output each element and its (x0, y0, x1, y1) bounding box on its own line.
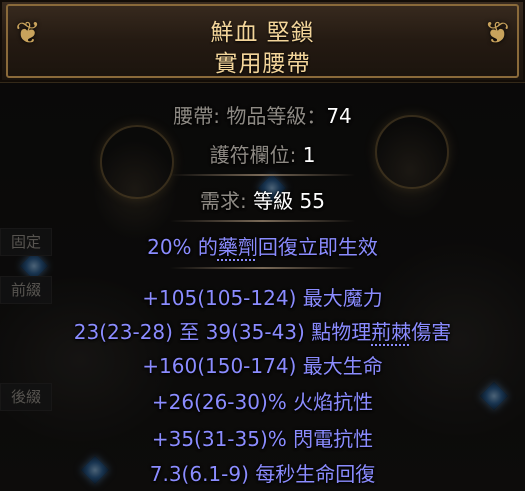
tooltip-header: ❦ ❦ 鮮血 堅鎖 實用腰帶 (0, 0, 525, 83)
explicit-mod: 7.3(6.1-9) 每秒生命回復 (149, 462, 376, 486)
thorns-prefix: 23(23-28) 至 39(35-43) 點物理 (73, 320, 372, 344)
explicit-mod: 23(23-28) 至 39(35-43) 點物理荊棘傷害 (0, 316, 525, 345)
charm-slots-line: 護符欄位: 1 (0, 139, 525, 168)
requires-label: 需求: (200, 189, 254, 213)
thorns-keyword[interactable]: 荊棘 (371, 320, 411, 344)
charm-slots-value: 1 (302, 143, 316, 167)
separator (170, 267, 355, 269)
charm-slots-label: 護符欄位: (209, 143, 303, 167)
requirements-line: 需求: 等級 55 (0, 185, 525, 214)
explicit-mod: +160(150-174) 最大生命 (142, 354, 383, 378)
requires-level-value: 55 (299, 189, 325, 213)
implicit-prefix: 20% 的 (147, 235, 218, 259)
flask-keyword[interactable]: 藥劑 (218, 235, 258, 259)
item-level-line: 腰帶: 物品等級：74 (0, 100, 525, 129)
explicit-mod: +35(31-35)% 閃電抗性 (151, 427, 374, 451)
item-name-line2: 實用腰帶 (214, 51, 311, 77)
item-level-label: 物品等級： (226, 104, 327, 128)
separator (170, 174, 355, 176)
item-name-line1: 鮮血 堅鎖 (210, 20, 315, 46)
explicit-mod: +105(105-124) 最大魔力 (142, 286, 383, 310)
item-level-value: 74 (326, 104, 352, 128)
explicit-mod: +26(26-30)% 火焰抗性 (151, 390, 374, 414)
separator (170, 220, 355, 222)
implicit-suffix: 回復立即生效 (257, 235, 378, 259)
implicit-mod: 20% 的藥劑回復立即生效 (0, 231, 525, 260)
thorns-suffix: 傷害 (411, 320, 452, 344)
belt-label: 腰帶: (173, 104, 227, 128)
item-tooltip: ❦ ❦ 鮮血 堅鎖 實用腰帶 腰帶: 物品等級：74 護符欄位: 1 需求: 等… (0, 0, 525, 491)
requires-level-label: 等級 (253, 189, 300, 213)
